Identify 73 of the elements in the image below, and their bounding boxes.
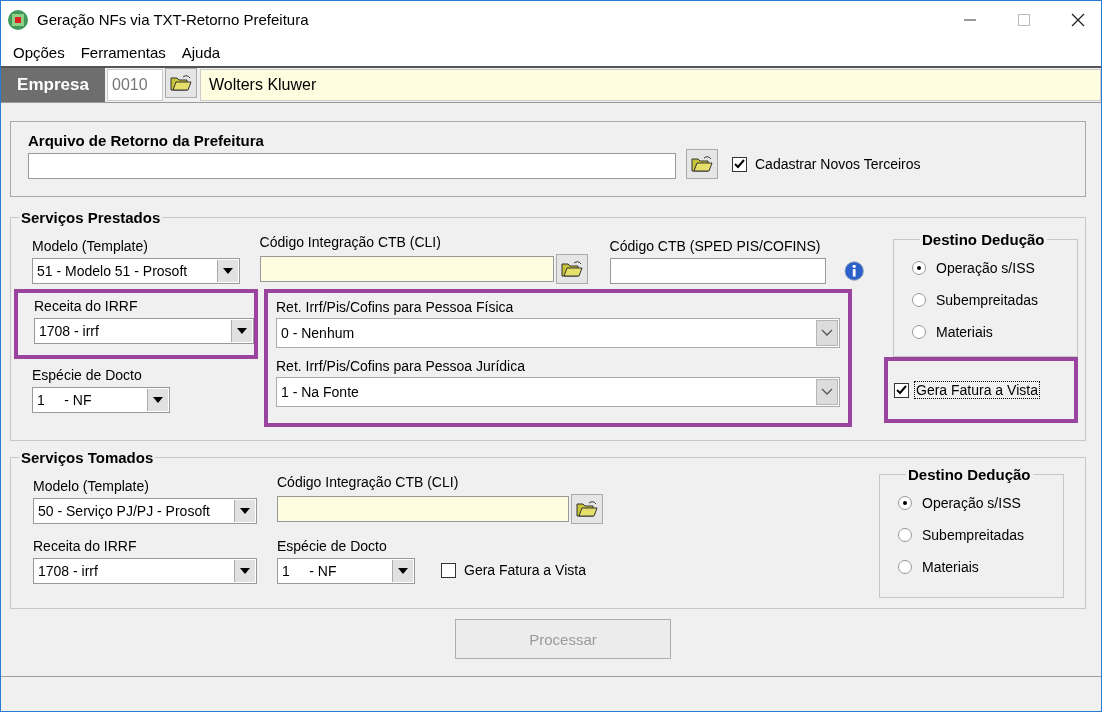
group-title: Destino Dedução	[907, 466, 1032, 483]
info-icon[interactable]	[843, 260, 864, 282]
checkbox-label: Gera Fatura a Vista	[915, 382, 1039, 398]
radio-label: Subempreitadas	[936, 292, 1038, 308]
checkbox[interactable]	[894, 382, 909, 398]
dropdown[interactable]: 50 - Serviço PJ/PJ - Prosoft	[33, 498, 257, 524]
menu-item[interactable]: Ferramentas	[72, 43, 174, 61]
radio-button[interactable]	[912, 261, 926, 275]
radio-button[interactable]	[898, 560, 912, 574]
radio-button[interactable]	[898, 528, 912, 542]
dropdown[interactable]: 1 - NF	[32, 387, 170, 413]
dropdown[interactable]: 0 - Nenhum	[276, 318, 840, 348]
caret-icon	[392, 560, 413, 582]
field-label: Receita do IRRF	[33, 538, 138, 554]
company-label: Empresa	[1, 68, 105, 102]
field-label: Modelo (Template)	[33, 478, 150, 494]
field-label: Ret. Irrf/Pis/Cofins para Pessoa Jurídica	[276, 358, 526, 374]
field-label: Receita do IRRF	[34, 298, 139, 314]
company-code-field[interactable]: 0010	[107, 69, 163, 101]
caret-icon	[231, 320, 252, 342]
maximize-icon	[1018, 13, 1030, 26]
window-title: Geração NFs via TXT-Retorno Prefeitura	[37, 11, 309, 28]
field-label: Espécie de Docto	[32, 367, 143, 383]
close-icon	[1071, 12, 1085, 27]
radio-label: Materiais	[922, 559, 979, 575]
dropdown[interactable]: 1708 - irrf	[33, 558, 257, 584]
radio-label: Materiais	[936, 324, 993, 340]
group-title: Serviços Prestados	[20, 209, 162, 226]
checkbox-label: Gera Fatura a Vista	[464, 562, 586, 578]
caret-icon	[234, 560, 255, 582]
dropdown[interactable]: 1708 - irrf	[34, 318, 254, 344]
field-label: Código Integração CTB (CLI)	[259, 234, 442, 250]
text-field[interactable]	[609, 258, 826, 284]
dropdown[interactable]: 1 - Na Fonte	[276, 377, 840, 407]
folder-icon	[691, 155, 713, 173]
field-label: Espécie de Docto	[277, 538, 388, 554]
radio-button[interactable]	[912, 293, 926, 307]
caret-icon	[234, 500, 255, 522]
app-icon	[7, 8, 29, 31]
group-title: Serviços Tomados	[20, 449, 155, 466]
radio-label: Operação s/ISS	[936, 260, 1035, 276]
field-label: Código CTB (SPED PIS/COFINS)	[609, 238, 822, 254]
radio-label: Subempreitadas	[922, 527, 1024, 543]
checkbox[interactable]	[441, 562, 456, 578]
folder-button[interactable]	[686, 149, 718, 179]
menu-item[interactable]: Opções	[5, 43, 73, 61]
company-name-field[interactable]: Wolters Kluwer	[200, 69, 1101, 101]
field-label: Código Integração CTB (CLI)	[277, 474, 460, 490]
folder-icon	[576, 500, 598, 518]
checkbox[interactable]	[732, 156, 747, 172]
dropdown[interactable]: 1 - NF	[277, 558, 415, 584]
section-title: Arquivo de Retorno da Prefeitura	[28, 132, 265, 149]
folder-icon	[170, 74, 192, 92]
chevron-icon	[816, 379, 838, 405]
field-label: Modelo (Template)	[32, 238, 149, 254]
radio-button[interactable]	[912, 325, 926, 339]
dropdown[interactable]: 51 - Modelo 51 - Prosoft	[32, 258, 240, 284]
checkbox-label: Cadastrar Novos Terceiros	[755, 156, 921, 172]
folder-button[interactable]	[555, 254, 588, 284]
chevron-icon	[816, 320, 838, 346]
text-field[interactable]	[277, 496, 569, 522]
file-path-field[interactable]	[28, 152, 676, 179]
radio-label: Operação s/ISS	[922, 495, 1021, 511]
caret-icon	[147, 389, 168, 411]
text-field[interactable]	[259, 256, 554, 282]
group-title: Destino Dedução	[921, 231, 1046, 248]
caret-icon	[216, 260, 238, 282]
radio-button[interactable]	[898, 496, 912, 510]
folder-button[interactable]	[165, 68, 197, 98]
menu-item[interactable]: Ajuda	[173, 43, 229, 61]
folder-icon	[560, 260, 583, 278]
field-label: Ret. Irrf/Pis/Cofins para Pessoa Física	[276, 299, 515, 315]
folder-button[interactable]	[571, 494, 603, 524]
